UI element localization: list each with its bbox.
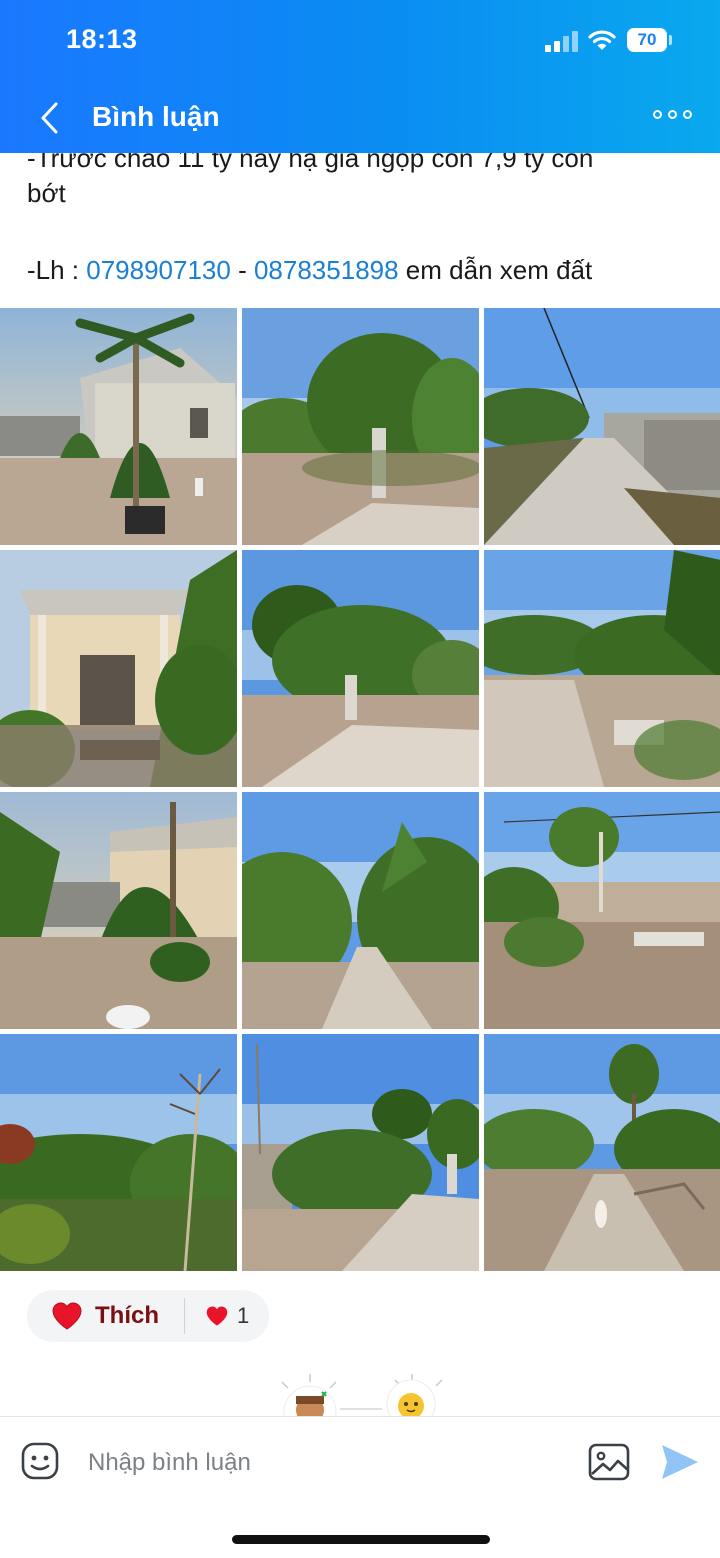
status-time: 18:13 — [66, 24, 138, 54]
send-icon[interactable] — [660, 1443, 700, 1481]
photo-thumbnail[interactable] — [484, 792, 720, 1029]
photo-thumbnail[interactable] — [484, 550, 720, 787]
sticker-suggestions[interactable] — [270, 1372, 450, 1418]
battery-tip — [669, 35, 672, 45]
heart-icon — [206, 1306, 228, 1326]
photo-thumbnail[interactable] — [484, 308, 720, 545]
comment-input[interactable] — [88, 1445, 558, 1481]
photo-thumbnail[interactable] — [484, 1034, 720, 1271]
back-arrow-icon[interactable] — [36, 100, 64, 136]
wifi-icon — [588, 30, 616, 50]
like-count[interactable]: 1 — [237, 1303, 249, 1329]
contact-separator: - — [230, 255, 254, 285]
cellular-signal-icon — [545, 30, 579, 52]
photo-thumbnail[interactable] — [242, 1034, 479, 1271]
battery-indicator: 70 — [627, 28, 667, 52]
post-text-line: bớt — [27, 178, 66, 208]
heart-icon[interactable] — [51, 1301, 83, 1331]
like-button-label[interactable]: Thích — [95, 1302, 159, 1330]
photo-thumbnail[interactable] — [0, 550, 237, 787]
home-indicator — [232, 1535, 490, 1544]
like-reaction-bar: Thích 1 — [27, 1290, 269, 1342]
phone-link-2[interactable]: 0878351898 — [254, 255, 399, 285]
contact-suffix: em dẫn xem đất — [398, 255, 593, 285]
photo-thumbnail[interactable] — [242, 308, 479, 545]
emoji-icon[interactable] — [20, 1441, 60, 1481]
pill-divider — [184, 1298, 185, 1334]
image-icon[interactable] — [588, 1442, 630, 1482]
photo-thumbnail[interactable] — [0, 792, 237, 1029]
photo-thumbnail[interactable] — [0, 1034, 237, 1271]
page-title: Bình luận — [92, 101, 220, 132]
more-options-icon[interactable] — [653, 110, 693, 122]
phone-link-1[interactable]: 0798907130 — [86, 255, 231, 285]
photo-thumbnail[interactable] — [242, 792, 479, 1029]
photo-thumbnail[interactable] — [242, 550, 479, 787]
contact-line: -Lh : 0798907130 - 0878351898 em dẫn xem… — [27, 251, 592, 289]
header-bar: 18:13 70 Bình luận — [0, 0, 720, 153]
photo-thumbnail[interactable] — [0, 308, 237, 545]
contact-prefix: -Lh : — [27, 255, 87, 285]
